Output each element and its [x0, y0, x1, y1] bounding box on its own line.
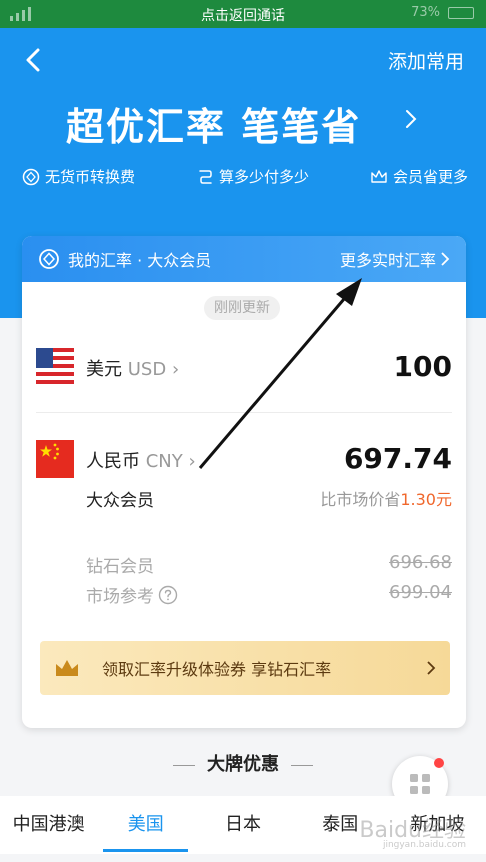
feature-label: 无货币转换费 — [45, 168, 136, 186]
from-amount[interactable]: 100 — [394, 350, 452, 383]
tab-usa[interactable]: 美国 — [97, 796, 194, 854]
market-reference-rate: 699.04 — [389, 582, 452, 603]
divider — [173, 764, 195, 766]
feature-label: 会员省更多 — [392, 168, 468, 186]
rate-card-title: 我的汇率 · 大众会员 — [68, 251, 212, 270]
from-currency-name: 美元 — [86, 359, 122, 380]
market-reference-label: 市场参考 — [86, 587, 154, 607]
rate-card-header[interactable]: 我的汇率 · 大众会员 更多实时汇率 — [22, 236, 466, 282]
calculator-icon — [199, 169, 212, 184]
feature-item: 会员省更多 — [370, 166, 468, 187]
exchange-rate-icon — [39, 249, 59, 269]
market-reference-row[interactable]: 市场参考 — [86, 582, 178, 607]
to-currency-code: CNY — [145, 451, 183, 472]
brand-deals-label: 大牌优惠 — [207, 754, 279, 775]
to-currency-name: 人民币 — [86, 451, 140, 472]
more-rates-link[interactable]: 更多实时汇率 — [340, 247, 436, 271]
coin-circle-icon — [22, 168, 40, 185]
from-currency[interactable]: 美元 USD › — [86, 355, 179, 381]
exchange-rate-page: 点击返回通话 73% 添加常用 超优汇率 笔笔省 无货币转换费 算多少付多少 会… — [0, 0, 486, 862]
updated-badge: 刚刚更新 — [204, 296, 280, 320]
exchange-rate-card: 我的汇率 · 大众会员 更多实时汇率 刚刚更新 美元 USD › 100 人民币… — [22, 236, 466, 728]
battery-percent: 73% — [411, 5, 440, 20]
crown-outline-icon — [371, 169, 387, 183]
diamond-member-rate: 696.68 — [389, 552, 452, 573]
saving-info: 比市场价省1.30元 — [320, 486, 452, 510]
feature-item: 无货币转换费 — [22, 166, 135, 187]
tab-japan[interactable]: 日本 — [194, 796, 291, 854]
divider — [291, 764, 313, 766]
grid-icon — [410, 774, 430, 794]
status-right: 73% — [411, 5, 474, 20]
chevron-right-icon[interactable] — [440, 251, 450, 267]
feature-label: 算多少付多少 — [218, 168, 309, 186]
to-currency[interactable]: 人民币 CNY › — [86, 447, 196, 473]
diamond-member-label: 钻石会员 — [86, 557, 154, 577]
chevron-right-icon[interactable] — [404, 108, 418, 130]
divider — [36, 412, 452, 413]
chevron-left-icon[interactable] — [22, 46, 44, 74]
tab-hongkong-macau[interactable]: 中国港澳 — [0, 796, 97, 854]
battery-icon — [448, 6, 474, 19]
member-tier-label: 大众会员 — [86, 491, 154, 511]
feature-list: 无货币转换费 算多少付多少 会员省更多 — [22, 166, 468, 187]
promo-text: 领取汇率升级体验券 享钻石汇率 — [102, 660, 332, 679]
crown-icon — [56, 660, 78, 676]
saving-prefix: 比市场价省 — [320, 490, 401, 509]
us-flag-icon — [36, 348, 74, 386]
cn-flag-icon — [36, 440, 74, 478]
from-currency-code: USD — [127, 359, 167, 380]
status-bar[interactable]: 点击返回通话 73% — [0, 0, 486, 28]
add-favorite-button[interactable]: 添加常用 — [388, 47, 464, 74]
feature-item: 算多少付多少 — [196, 166, 309, 187]
headline[interactable]: 超优汇率 笔笔省 — [66, 96, 361, 151]
watermark: Baidu经验 jingyan.baidu.com — [359, 812, 466, 850]
upgrade-coupon-banner[interactable]: 领取汇率升级体验券 享钻石汇率 — [40, 641, 450, 695]
chevron-right-icon: › — [171, 359, 180, 380]
to-amount[interactable]: 697.74 — [344, 442, 452, 475]
chevron-right-icon[interactable] — [426, 660, 436, 676]
question-icon[interactable] — [158, 585, 178, 605]
saving-amount: 1.30元 — [400, 490, 452, 509]
notification-dot — [434, 758, 444, 768]
chevron-right-icon: › — [188, 451, 196, 472]
